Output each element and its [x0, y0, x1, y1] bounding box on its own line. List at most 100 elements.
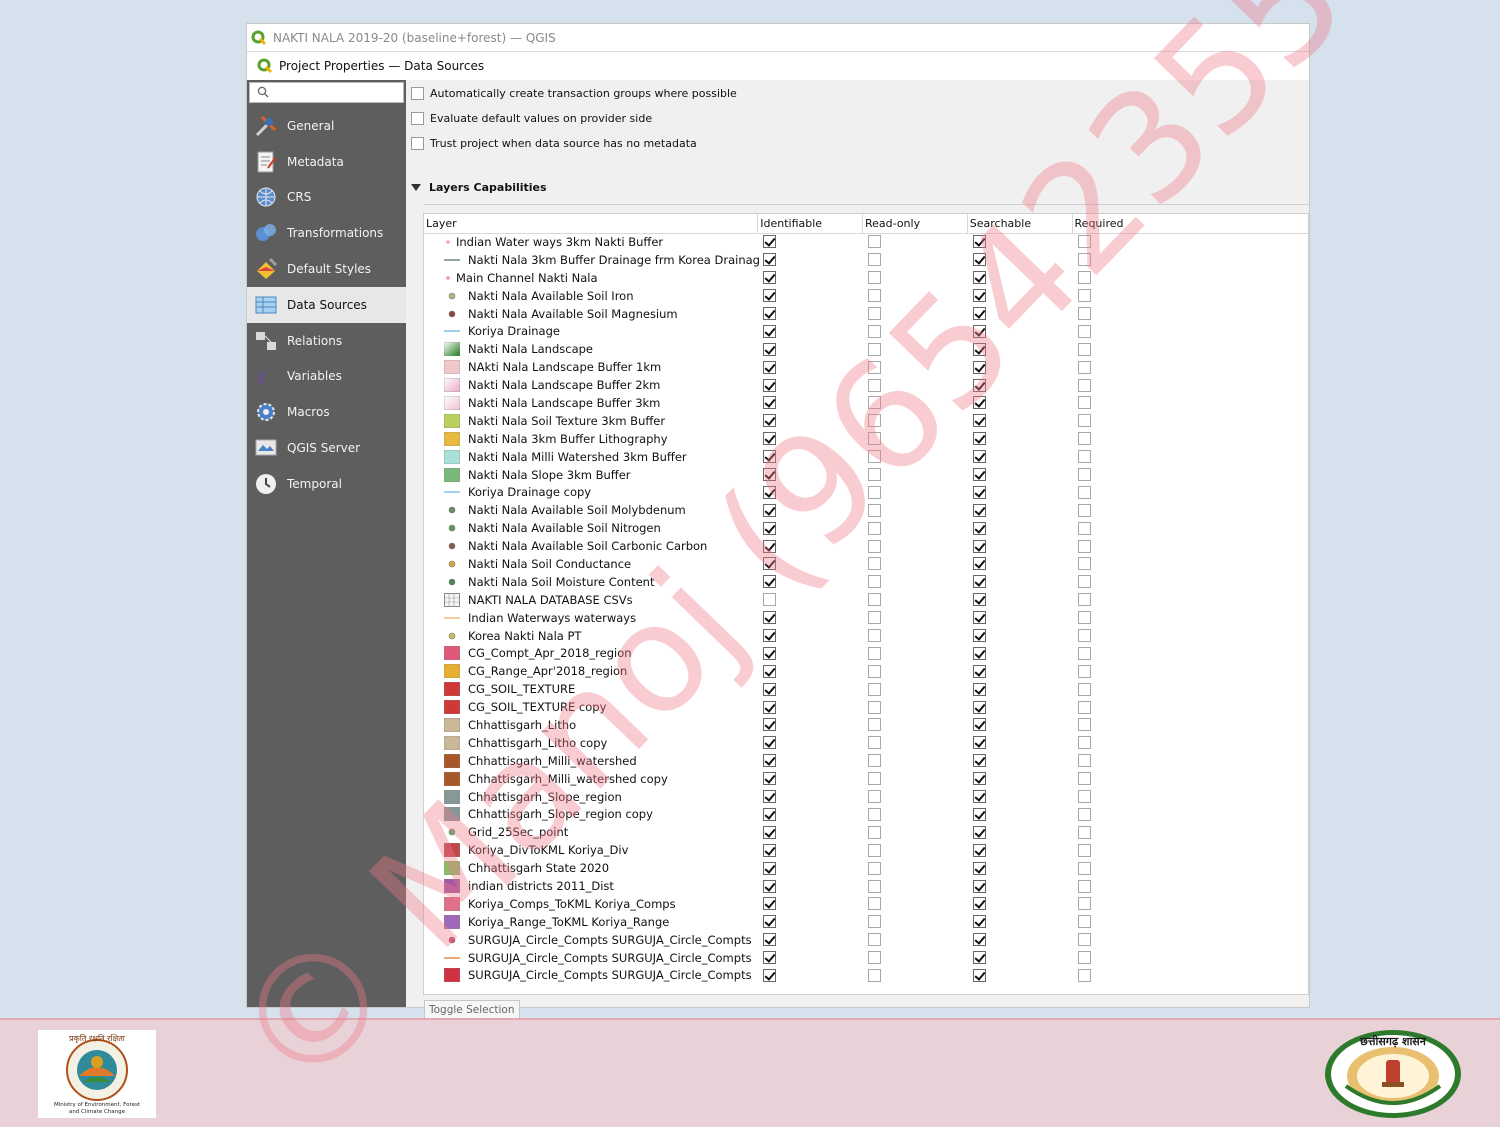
- identifiable-checkbox[interactable]: [763, 790, 776, 804]
- sidebar-item-qgis-server[interactable]: QGIS Server: [247, 430, 406, 466]
- table-row[interactable]: CG_SOIL_TEXTURE: [424, 680, 1308, 698]
- required-checkbox[interactable]: [1078, 378, 1091, 392]
- read-only-checkbox[interactable]: [868, 664, 881, 678]
- read-only-checkbox[interactable]: [868, 736, 881, 750]
- trust-project-checkbox[interactable]: [411, 136, 424, 150]
- identifiable-checkbox[interactable]: [763, 664, 776, 678]
- table-row[interactable]: Nakti Nala Available Soil Nitrogen: [424, 519, 1308, 537]
- identifiable-checkbox[interactable]: [763, 915, 776, 929]
- read-only-checkbox[interactable]: [868, 324, 881, 338]
- required-checkbox[interactable]: [1078, 700, 1091, 714]
- read-only-checkbox[interactable]: [868, 790, 881, 804]
- identifiable-checkbox[interactable]: [763, 897, 776, 911]
- searchable-checkbox[interactable]: [973, 772, 986, 786]
- read-only-checkbox[interactable]: [868, 485, 881, 499]
- table-row[interactable]: Nakti Nala Landscape Buffer 3km: [424, 394, 1308, 412]
- read-only-checkbox[interactable]: [868, 307, 881, 320]
- searchable-checkbox[interactable]: [973, 897, 986, 911]
- identifiable-checkbox[interactable]: [763, 968, 776, 982]
- searchable-checkbox[interactable]: [973, 503, 986, 517]
- read-only-checkbox[interactable]: [868, 235, 881, 249]
- table-row[interactable]: Chhattisgarh State 2020: [424, 859, 1308, 877]
- identifiable-checkbox[interactable]: [763, 521, 776, 535]
- identifiable-checkbox[interactable]: [763, 933, 776, 947]
- searchable-checkbox[interactable]: [973, 682, 986, 696]
- searchable-checkbox[interactable]: [973, 450, 986, 464]
- read-only-checkbox[interactable]: [868, 825, 881, 839]
- read-only-checkbox[interactable]: [868, 718, 881, 732]
- identifiable-checkbox[interactable]: [763, 324, 776, 338]
- required-checkbox[interactable]: [1078, 664, 1091, 678]
- required-checkbox[interactable]: [1078, 736, 1091, 750]
- read-only-checkbox[interactable]: [868, 432, 881, 446]
- identifiable-checkbox[interactable]: [763, 718, 776, 732]
- identifiable-checkbox[interactable]: [763, 682, 776, 696]
- searchable-checkbox[interactable]: [973, 664, 986, 678]
- table-row[interactable]: Koriya_DivToKML Koriya_Div: [424, 841, 1308, 859]
- table-row[interactable]: indian districts 2011_Dist: [424, 877, 1308, 895]
- required-checkbox[interactable]: [1078, 611, 1091, 625]
- read-only-checkbox[interactable]: [868, 861, 881, 875]
- identifiable-checkbox[interactable]: [763, 754, 776, 768]
- identifiable-checkbox[interactable]: [763, 378, 776, 392]
- identifiable-checkbox[interactable]: [763, 700, 776, 714]
- table-row[interactable]: Nakti Nala Landscape: [424, 340, 1308, 358]
- required-checkbox[interactable]: [1078, 557, 1091, 571]
- searchable-checkbox[interactable]: [973, 468, 986, 482]
- read-only-checkbox[interactable]: [868, 575, 881, 589]
- table-row[interactable]: Chhattisgarh_Litho: [424, 716, 1308, 734]
- table-row[interactable]: Chhattisgarh_Milli_watershed copy: [424, 770, 1308, 788]
- required-checkbox[interactable]: [1078, 468, 1091, 482]
- sidebar-item-metadata[interactable]: Metadata: [247, 144, 406, 180]
- searchable-checkbox[interactable]: [973, 307, 986, 320]
- required-checkbox[interactable]: [1078, 718, 1091, 732]
- read-only-checkbox[interactable]: [868, 915, 881, 929]
- sidebar-item-default-styles[interactable]: Default Styles: [247, 251, 406, 287]
- transaction-groups-checkbox[interactable]: [411, 86, 424, 100]
- required-checkbox[interactable]: [1078, 915, 1091, 929]
- table-row[interactable]: Nakti Nala Soil Moisture Content: [424, 573, 1308, 591]
- table-row[interactable]: Koriya Drainage: [424, 322, 1308, 340]
- required-checkbox[interactable]: [1078, 521, 1091, 535]
- searchable-checkbox[interactable]: [973, 539, 986, 553]
- read-only-checkbox[interactable]: [868, 342, 881, 356]
- identifiable-checkbox[interactable]: [763, 861, 776, 875]
- identifiable-checkbox[interactable]: [763, 736, 776, 750]
- table-row[interactable]: Nakti Nala Soil Conductance: [424, 555, 1308, 573]
- identifiable-checkbox[interactable]: [763, 593, 776, 607]
- identifiable-checkbox[interactable]: [763, 253, 776, 267]
- table-row[interactable]: NAKTI NALA DATABASE CSVs: [424, 591, 1308, 609]
- table-row[interactable]: Chhattisgarh_Slope_region: [424, 788, 1308, 806]
- required-checkbox[interactable]: [1078, 324, 1091, 338]
- required-checkbox[interactable]: [1078, 503, 1091, 517]
- identifiable-checkbox[interactable]: [763, 485, 776, 499]
- table-row[interactable]: CG_Range_Apr'2018_region: [424, 662, 1308, 680]
- required-checkbox[interactable]: [1078, 414, 1091, 428]
- sidebar-search-input[interactable]: [249, 82, 404, 103]
- read-only-checkbox[interactable]: [868, 503, 881, 517]
- sidebar-item-macros[interactable]: Macros: [247, 394, 406, 430]
- read-only-checkbox[interactable]: [868, 682, 881, 696]
- searchable-checkbox[interactable]: [973, 378, 986, 392]
- table-row[interactable]: Indian Waterways waterways: [424, 609, 1308, 627]
- column-header-required[interactable]: Required: [1073, 214, 1308, 233]
- searchable-checkbox[interactable]: [973, 646, 986, 660]
- required-checkbox[interactable]: [1078, 682, 1091, 696]
- searchable-checkbox[interactable]: [973, 951, 986, 965]
- table-row[interactable]: Nakti Nala Soil Texture 3km Buffer: [424, 412, 1308, 430]
- read-only-checkbox[interactable]: [868, 700, 881, 714]
- required-checkbox[interactable]: [1078, 432, 1091, 446]
- searchable-checkbox[interactable]: [973, 825, 986, 839]
- read-only-checkbox[interactable]: [868, 772, 881, 786]
- sidebar-item-general[interactable]: General: [247, 108, 406, 144]
- identifiable-checkbox[interactable]: [763, 503, 776, 517]
- required-checkbox[interactable]: [1078, 629, 1091, 643]
- identifiable-checkbox[interactable]: [763, 539, 776, 553]
- column-header-read-only[interactable]: Read-only: [863, 214, 968, 233]
- identifiable-checkbox[interactable]: [763, 342, 776, 356]
- table-row[interactable]: Grid_25Sec_point: [424, 823, 1308, 841]
- identifiable-checkbox[interactable]: [763, 450, 776, 464]
- required-checkbox[interactable]: [1078, 450, 1091, 464]
- table-row[interactable]: CG_Compt_Apr_2018_region: [424, 644, 1308, 662]
- toggle-selection-button[interactable]: Toggle Selection: [424, 1000, 520, 1020]
